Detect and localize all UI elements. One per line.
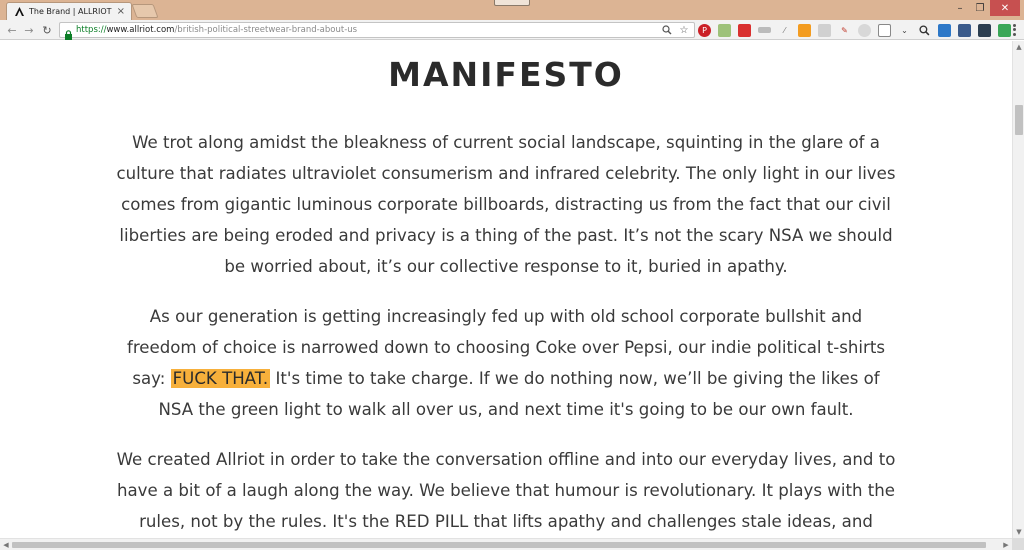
scroll-right-arrow-icon[interactable]: ▶ bbox=[1000, 539, 1012, 550]
manifesto-paragraph-3: We created Allriot in order to take the … bbox=[116, 450, 896, 531]
profile-handle[interactable] bbox=[494, 0, 530, 6]
vertical-scroll-thumb[interactable] bbox=[1015, 105, 1023, 135]
close-window-button[interactable]: ✕ bbox=[990, 0, 1020, 16]
browser-tab-active[interactable]: The Brand | ALLRIOT Co × bbox=[6, 2, 132, 20]
battery-extension-icon[interactable] bbox=[758, 27, 771, 33]
allriot-favicon-icon bbox=[13, 6, 25, 18]
extensions-bar: P ⁄ ✎ ⌄ bbox=[698, 23, 1011, 37]
address-bar[interactable]: https:// www.allriot.com /british-politi… bbox=[59, 22, 695, 40]
pen-extension-icon[interactable]: ⁄ bbox=[778, 24, 791, 37]
search-extension-icon[interactable] bbox=[918, 24, 931, 37]
chevron-down-icon[interactable]: ⌄ bbox=[898, 24, 911, 37]
pinterest-extension-icon[interactable]: P bbox=[698, 23, 711, 37]
reload-button[interactable]: ↻ bbox=[40, 23, 54, 37]
page-viewport: MANIFESTO We trot along amidst the bleak… bbox=[0, 41, 1012, 538]
orange-extension-icon[interactable] bbox=[798, 23, 811, 37]
dark-extension-icon[interactable] bbox=[978, 23, 991, 37]
scroll-down-arrow-icon[interactable]: ▼ bbox=[1013, 526, 1024, 538]
grey-extension-icon[interactable] bbox=[818, 23, 831, 37]
new-tab-button[interactable] bbox=[131, 4, 159, 18]
url-scheme: https:// bbox=[76, 25, 107, 35]
tab-close-icon[interactable]: × bbox=[117, 6, 125, 17]
forward-button[interactable]: → bbox=[22, 23, 36, 37]
restore-button[interactable]: ❐ bbox=[970, 0, 990, 16]
url-host: www.allriot.com bbox=[106, 25, 175, 35]
browser-menu-button[interactable] bbox=[1010, 23, 1018, 37]
tab-title: The Brand | ALLRIOT Co bbox=[29, 7, 114, 16]
horizontal-scrollbar[interactable]: ◀ ▶ bbox=[0, 538, 1024, 550]
bookmark-star-icon[interactable]: ☆ bbox=[678, 24, 690, 36]
scroll-up-arrow-icon[interactable]: ▲ bbox=[1013, 41, 1024, 53]
browser-toolbar: ← → ↻ https:// www.allriot.com /british-… bbox=[0, 20, 1024, 40]
url-path: /british-political-streetwear-brand-abou… bbox=[174, 25, 358, 35]
manifesto-body: We trot along amidst the bleakness of cu… bbox=[114, 127, 898, 538]
manifesto-paragraph-2: As our generation is getting increasingl… bbox=[114, 301, 898, 425]
minimize-button[interactable]: – bbox=[950, 0, 970, 16]
back-button[interactable]: ← bbox=[5, 23, 19, 37]
page-title: MANIFESTO bbox=[388, 55, 624, 94]
pencil-extension-icon[interactable]: ✎ bbox=[838, 24, 851, 37]
cookie-extension-icon[interactable] bbox=[858, 23, 871, 37]
horizontal-scroll-thumb[interactable] bbox=[12, 542, 986, 548]
blue-extension-icon[interactable] bbox=[958, 23, 971, 37]
scroll-left-arrow-icon[interactable]: ◀ bbox=[0, 539, 12, 550]
manifesto-paragraph-1: We trot along amidst the bleakness of cu… bbox=[116, 133, 896, 276]
vertical-scrollbar[interactable]: ▲ ▼ bbox=[1012, 41, 1024, 538]
scrollbar-corner bbox=[1012, 538, 1024, 550]
zoom-icon[interactable] bbox=[661, 24, 673, 36]
window-extension-icon[interactable] bbox=[878, 23, 891, 37]
window-titlebar: The Brand | ALLRIOT Co × – ❐ ✕ bbox=[0, 0, 1024, 20]
evernote-extension-icon[interactable] bbox=[718, 23, 731, 37]
screenshot-extension-icon[interactable] bbox=[938, 23, 951, 37]
lock-icon bbox=[64, 25, 73, 40]
pocket-extension-icon[interactable] bbox=[738, 23, 751, 37]
highlighted-phrase: FUCK THAT. bbox=[170, 369, 271, 388]
window-controls: – ❐ ✕ bbox=[950, 0, 1020, 16]
